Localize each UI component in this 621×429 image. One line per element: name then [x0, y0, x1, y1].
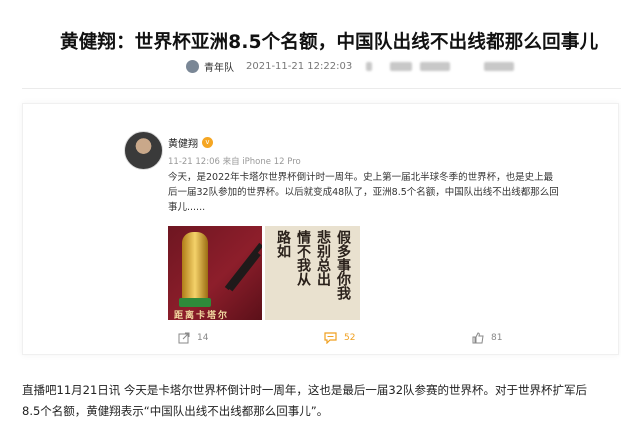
like-button[interactable]: 81	[472, 332, 502, 344]
header-divider	[22, 88, 621, 89]
redacted-mark	[484, 61, 515, 71]
post-image-calligraphy[interactable]: 假多事你我 悲别总出 情不我从 路如	[265, 226, 360, 320]
post-actions: 14 52 81	[178, 332, 502, 348]
share-icon	[178, 332, 190, 344]
article-headline: 黄健翔：世界杯亚洲8.5个名额，中国队出线不出线都那么回事儿	[60, 32, 599, 53]
calligraphy-column: 悲别总出	[315, 230, 331, 286]
redacted-mark	[420, 61, 451, 71]
trophy-icon	[182, 232, 208, 302]
post-author[interactable]: 黄健翔 v	[168, 135, 213, 150]
source-avatar-icon	[186, 59, 199, 73]
comment-icon	[324, 332, 337, 344]
calligraphy-column: 情不我从	[295, 230, 311, 286]
post-text: 今天，是2022年卡塔尔世界杯倒计时一周年。史上第一届北半球冬季的世界杯，也是史…	[168, 172, 559, 213]
article-meta: 青年队 2021-11-21 12:22:03	[186, 58, 515, 74]
article-body: 直播吧11月21日讯 今天是卡塔尔世界杯倒计时一周年，这也是最后一届32队参赛的…	[22, 380, 621, 422]
article-source[interactable]: 青年队	[204, 59, 234, 74]
like-count: 81	[491, 333, 503, 343]
decorative-slash	[224, 242, 262, 291]
post-image-trophy[interactable]: 距离卡塔尔	[168, 226, 262, 320]
share-count: 14	[197, 333, 209, 343]
decorative-slash	[229, 252, 261, 292]
comment-button[interactable]: 52	[324, 332, 355, 344]
body-line: 8.5个名额，黄健翔表示“中国队出线不出线都那么回事儿”。	[22, 404, 329, 418]
author-name[interactable]: 黄健翔	[168, 135, 198, 150]
redacted-mark	[366, 61, 373, 71]
comment-count: 52	[344, 333, 356, 343]
image-caption: 距离卡塔尔	[174, 311, 230, 320]
trophy-base	[179, 298, 211, 307]
thumb-up-icon	[472, 332, 484, 344]
redacted-mark	[390, 61, 413, 71]
article-timestamp: 2021-11-21 12:22:03	[246, 60, 353, 72]
calligraphy-column: 假多事你我	[335, 230, 351, 300]
post-meta: 11-21 12:06 来自 iPhone 12 Pro	[168, 157, 301, 167]
calligraphy-column: 路如	[275, 230, 291, 258]
body-line: 直播吧11月21日讯 今天是卡塔尔世界杯倒计时一周年，这也是最后一届32队参赛的…	[22, 383, 588, 397]
verified-badge-icon: v	[202, 137, 213, 148]
share-button[interactable]: 14	[178, 332, 208, 344]
author-avatar[interactable]	[124, 131, 163, 170]
